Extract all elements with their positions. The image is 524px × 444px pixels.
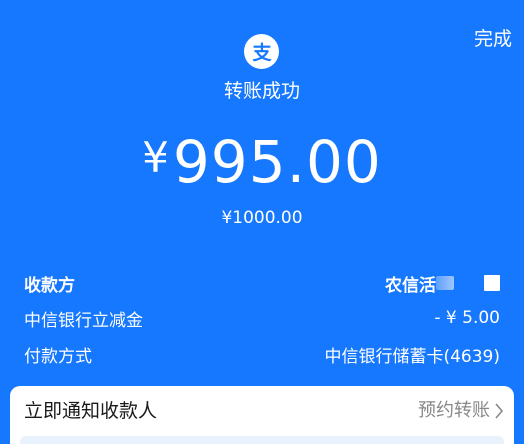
discount-label: 中信银行立减金 bbox=[24, 310, 143, 331]
alipay-glyph: 支 bbox=[251, 42, 272, 64]
action-card: 立即通知收款人 预约转账 bbox=[10, 386, 514, 444]
schedule-transfer-link[interactable]: 预约转账 bbox=[418, 399, 504, 423]
payment-method-row: 付款方式 中信银行储蓄卡(4639) bbox=[24, 341, 500, 367]
payee-label: 收款方 bbox=[24, 275, 75, 296]
page-title: 转账成功 bbox=[223, 80, 300, 102]
payee-name: 农信活 bbox=[385, 275, 436, 296]
card-bottom-strip bbox=[20, 436, 504, 444]
discount-row: 中信银行立减金 - ¥ 5.00 bbox=[24, 305, 500, 331]
original-amount: ¥1000.00 bbox=[221, 208, 303, 228]
svg-text:支: 支 bbox=[251, 42, 272, 64]
payee-value-group: 农信活 bbox=[385, 271, 500, 296]
currency-symbol: ¥ bbox=[142, 133, 169, 182]
payee-name-mask bbox=[436, 276, 454, 290]
payment-method-value: 中信银行储蓄卡(4639) bbox=[324, 346, 500, 367]
schedule-transfer-label: 预约转账 bbox=[418, 400, 490, 421]
payee-verified-icon bbox=[484, 275, 500, 291]
discount-value: - ¥ 5.00 bbox=[434, 308, 500, 328]
payment-method-label: 付款方式 bbox=[24, 346, 92, 367]
amount-value: 995.00 bbox=[172, 128, 382, 196]
amount-display: ¥995.00 bbox=[0, 128, 524, 196]
alipay-logo-icon: 支 bbox=[244, 34, 279, 69]
payee-row: 收款方 农信活 bbox=[24, 270, 500, 296]
notify-payee-button[interactable]: 立即通知收款人 bbox=[24, 399, 157, 423]
chevron-right-icon bbox=[495, 403, 504, 419]
done-button[interactable]: 完成 bbox=[474, 27, 512, 51]
